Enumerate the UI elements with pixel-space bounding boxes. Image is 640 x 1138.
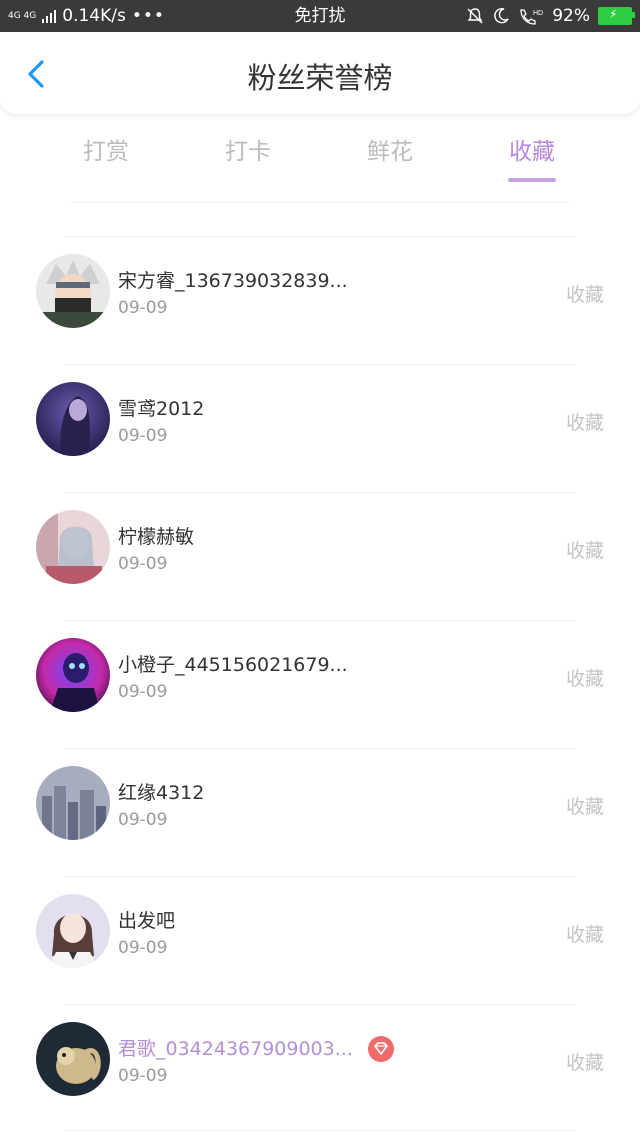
tab-favorites[interactable]: 收藏 (461, 130, 603, 182)
neon-purple-avatar-icon (36, 638, 110, 712)
diamond-icon (374, 1042, 388, 1055)
avatar[interactable] (36, 766, 110, 840)
svg-text:HD: HD (533, 10, 543, 17)
fan-date: 09-09 (118, 682, 168, 702)
monkey-avatar-icon (36, 1022, 110, 1096)
divider (64, 748, 576, 749)
divider (64, 876, 576, 877)
fan-date: 09-09 (118, 938, 168, 958)
fan-name[interactable]: 宋方睿_136739032839... (118, 266, 348, 293)
avatar[interactable] (36, 382, 110, 456)
fan-action-label: 收藏 (565, 668, 604, 690)
tab-bar: 打赏 打卡 鲜花 收藏 (35, 130, 605, 190)
signal-icon (42, 9, 57, 23)
fan-date: 09-09 (118, 810, 168, 830)
divider (64, 620, 576, 621)
battery-percent: 92% (552, 6, 590, 26)
divider (64, 492, 576, 493)
tab-label: 收藏 (509, 139, 555, 165)
girl-portrait-avatar-icon (36, 894, 110, 968)
fan-name[interactable]: 雪鸢2012 (118, 394, 204, 421)
masked-ninja-avatar-icon (36, 254, 110, 328)
fan-list: 宋方睿_136739032839... 09-09 收藏 雪鸢2012 09-0… (0, 236, 640, 1132)
tab-label: 打卡 (225, 139, 271, 165)
tab-label: 鲜花 (367, 139, 413, 165)
fan-date: 09-09 (118, 298, 168, 318)
fan-name[interactable]: 红缘4312 (118, 778, 204, 805)
fan-date: 09-09 (118, 1066, 168, 1086)
list-item[interactable]: 宋方睿_136739032839... 09-09 收藏 (0, 236, 640, 364)
tab-checkin[interactable]: 打卡 (177, 130, 319, 174)
tab-label: 打赏 (83, 139, 129, 165)
fan-name[interactable]: 柠檬赫敏 (118, 522, 194, 549)
dark-purple-portrait-avatar-icon (36, 382, 110, 456)
fan-action-label: 收藏 (565, 1052, 604, 1074)
fan-date: 09-09 (118, 426, 168, 446)
header: 粉丝荣誉榜 (0, 32, 640, 114)
vip-badge (368, 1036, 394, 1062)
fan-date: 09-09 (118, 554, 168, 574)
fan-name[interactable]: 出发吧 (118, 906, 175, 933)
divider (64, 364, 576, 365)
divider (64, 236, 576, 237)
battery-charging-icon: ⚡ (598, 7, 635, 25)
fan-action-label: 收藏 (565, 924, 604, 946)
active-tab-indicator (508, 178, 556, 182)
avatar[interactable] (36, 510, 110, 584)
list-item[interactable]: 柠檬赫敏 09-09 收藏 (0, 492, 640, 620)
page-title: 粉丝荣誉榜 (247, 61, 393, 95)
avatar[interactable] (36, 894, 110, 968)
fan-name[interactable]: 小橙子_445156021679... (118, 650, 348, 677)
avatar[interactable] (36, 254, 110, 328)
network-label: 4G 4G (8, 10, 37, 21)
list-item[interactable]: 出发吧 09-09 收藏 (0, 876, 640, 1004)
network-type-icon: 4G 4G (8, 10, 37, 21)
tab-flowers[interactable]: 鲜花 (319, 130, 461, 174)
tab-reward[interactable]: 打赏 (35, 130, 177, 174)
hd-call-icon: HD (520, 9, 543, 25)
mute-bell-icon (467, 8, 483, 24)
divider (64, 1004, 576, 1005)
network-speed: 0.14K/s (62, 6, 126, 26)
avatar[interactable] (36, 638, 110, 712)
list-item[interactable]: 君歌_03424367909003... 09-09 收藏 (0, 1004, 640, 1132)
divider (64, 1130, 576, 1131)
fan-action-label: 收藏 (565, 540, 604, 562)
anime-girl-avatar-icon (36, 510, 110, 584)
list-item[interactable]: 红缘4312 09-09 收藏 (0, 748, 640, 876)
list-item[interactable]: 小橙子_445156021679... 09-09 收藏 (0, 620, 640, 748)
fan-action-label: 收藏 (565, 796, 604, 818)
city-skyline-avatar-icon (36, 766, 110, 840)
moon-icon (494, 7, 509, 24)
avatar[interactable] (36, 1022, 110, 1096)
fan-name[interactable]: 君歌_03424367909003... (118, 1034, 353, 1061)
fan-action-label: 收藏 (565, 284, 604, 306)
divider (70, 202, 570, 203)
fan-action-label: 收藏 (565, 412, 604, 434)
list-item[interactable]: 雪鸢2012 09-09 收藏 (0, 364, 640, 492)
more-notifications-icon: ••• (131, 6, 165, 26)
status-bar: 4G 4G 0.14K/s ••• 免打扰 HD 92% ⚡ (0, 0, 640, 32)
